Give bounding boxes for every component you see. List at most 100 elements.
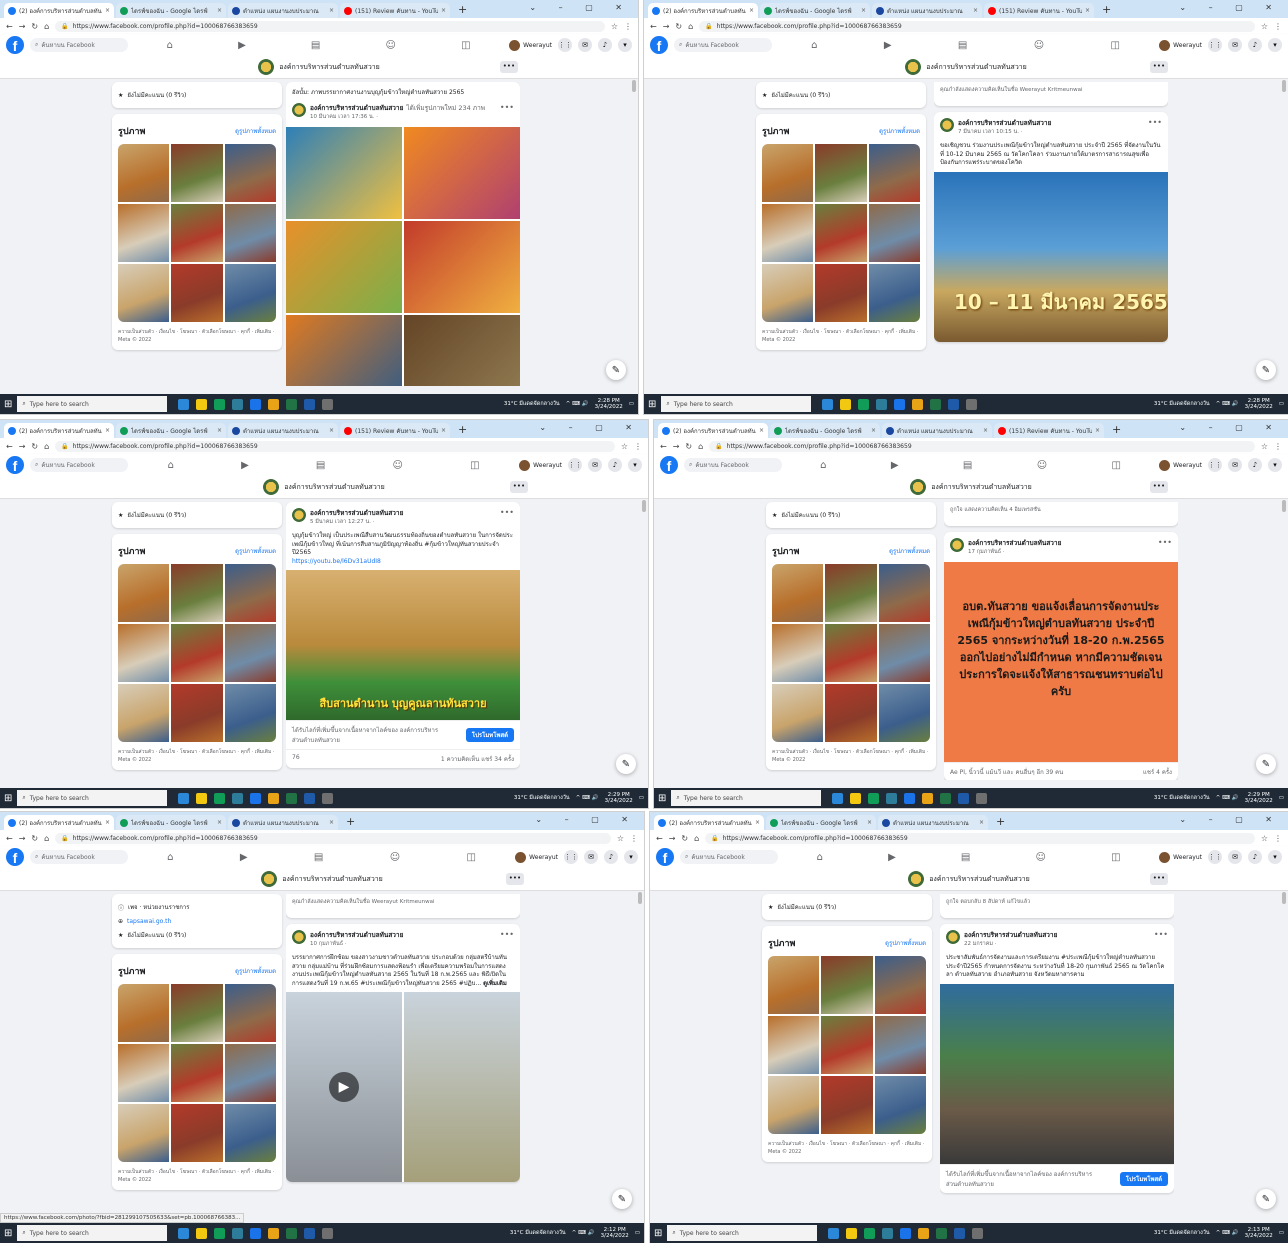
- windows-icon[interactable]: ⊞: [658, 793, 666, 804]
- taskbar-app-icon[interactable]: [178, 1227, 190, 1239]
- post-author[interactable]: องค์การบริหารส่วนตำบลทันสวาย ได้เพิ่มรูปภ…: [310, 103, 485, 113]
- marketplace-icon[interactable]: ▤: [311, 40, 320, 51]
- back-icon[interactable]: ←: [6, 834, 13, 843]
- taskbar-clock[interactable]: 2:29 PM 3/24/2022: [1245, 792, 1273, 805]
- windows-icon[interactable]: ⊞: [4, 1228, 12, 1239]
- taskbar-app-icon[interactable]: [196, 398, 208, 410]
- photo-thumbnail[interactable]: [224, 624, 276, 682]
- taskbar-app-icon[interactable]: [232, 792, 244, 804]
- profile-shortcut[interactable]: Weerayut: [1159, 39, 1202, 51]
- taskbar-app-icon[interactable]: [232, 1227, 244, 1239]
- reload-icon[interactable]: ↻: [681, 834, 688, 843]
- reload-icon[interactable]: ↻: [685, 442, 692, 451]
- url-field[interactable]: 🔒 https://www.facebook.com/profile.php?id…: [705, 832, 1255, 844]
- photo-thumbnail[interactable]: [772, 684, 824, 742]
- photo-thumbnail[interactable]: [868, 264, 920, 322]
- photo-thumbnail[interactable]: [821, 956, 873, 1014]
- tab-close-icon[interactable]: ×: [864, 819, 872, 826]
- facebook-logo-icon[interactable]: f: [656, 848, 674, 866]
- marketplace-icon[interactable]: ▤: [963, 460, 972, 471]
- footer-links[interactable]: ความเป็นส่วนตัว · เงื่อนไข · โฆษณา · ตัว…: [768, 1140, 926, 1156]
- taskbar-app-icon[interactable]: [828, 1227, 840, 1239]
- scrollbar[interactable]: [638, 892, 642, 904]
- weather-text[interactable]: 31°C มีแดดจัดกลางวัน: [1154, 794, 1210, 802]
- facebook-logo-icon[interactable]: f: [660, 456, 678, 474]
- tab-close-icon[interactable]: ×: [214, 427, 222, 434]
- forward-icon[interactable]: →: [19, 442, 26, 451]
- photo-thumbnail[interactable]: [825, 684, 877, 742]
- taskbar-app-icon[interactable]: [178, 398, 190, 410]
- album-photo[interactable]: [404, 221, 520, 313]
- weather-text[interactable]: 31°C มีแดดจัดกลางวัน: [504, 400, 560, 408]
- page-title[interactable]: องค์การบริหารส่วนตำบลทันสวาย: [929, 874, 1030, 885]
- post-media[interactable]: ▶: [286, 992, 520, 1182]
- taskbar-clock[interactable]: 2:29 PM 3/24/2022: [605, 792, 633, 805]
- photo-thumbnail[interactable]: [825, 624, 877, 682]
- taskbar-app-icon[interactable]: [196, 792, 208, 804]
- photo-thumbnail[interactable]: [171, 1044, 223, 1102]
- post-options-icon[interactable]: •••: [1148, 118, 1162, 127]
- facebook-search-input[interactable]: ⌕ ค้นหาบน Facebook: [674, 38, 772, 52]
- tab-close-icon[interactable]: ×: [326, 7, 334, 14]
- taskbar-search-input[interactable]: ⌕ Type here to search: [661, 396, 812, 412]
- taskbar-app-icon[interactable]: [322, 792, 334, 804]
- messenger-icon[interactable]: ✉: [1228, 38, 1242, 52]
- taskbar-app-icon[interactable]: [976, 792, 988, 804]
- star-icon[interactable]: ☆: [1261, 442, 1268, 451]
- taskbar-app-icon[interactable]: [912, 398, 924, 410]
- browser-tab[interactable]: (2) องค์การบริหารส่วนตำบลทันสวาย×: [648, 3, 758, 18]
- menu-icon[interactable]: ⋮⋮: [558, 38, 572, 52]
- browser-tab[interactable]: ไดรฟ์ของฉัน - Google ไดรฟ์ ×: [116, 3, 226, 18]
- see-all-photos-link[interactable]: ดูรูปภาพทั้งหมด: [235, 966, 276, 976]
- tab-close-icon[interactable]: ×: [868, 427, 876, 434]
- chevron-down-icon[interactable]: ▾: [1268, 458, 1282, 472]
- facebook-search-input[interactable]: ⌕ ค้นหาบน Facebook: [30, 850, 128, 864]
- photo-thumbnail[interactable]: [171, 984, 223, 1042]
- weather-text[interactable]: 31°C มีแดดจัดกลางวัน: [510, 1229, 566, 1237]
- post-media[interactable]: 10 – 11 มีนาคม 2565: [934, 171, 1168, 342]
- home-icon[interactable]: ⌂: [811, 40, 817, 51]
- taskbar-app-icon[interactable]: [822, 398, 834, 410]
- page-title[interactable]: องค์การบริหารส่วนตำบลทันสวาย: [926, 62, 1027, 73]
- taskbar-app-icon[interactable]: [286, 792, 298, 804]
- messenger-icon[interactable]: ✉: [1228, 458, 1242, 472]
- new-tab-icon[interactable]: +: [452, 423, 473, 438]
- browser-tab[interactable]: (151) Review คันทาน - YouTube ×: [994, 423, 1104, 438]
- browser-menu-icon[interactable]: ⋮: [1274, 22, 1282, 31]
- home-button-icon[interactable]: ⌂: [698, 442, 703, 451]
- browser-tab[interactable]: ไดรฟ์ของฉัน - Google ไดรฟ์ ×: [116, 423, 226, 438]
- page-title[interactable]: องค์การบริหารส่วนตำบลทันสวาย: [284, 482, 385, 493]
- browser-tab[interactable]: (151) Review คันทาน - YouTube ×: [340, 3, 450, 18]
- edit-icon[interactable]: ✎: [612, 1189, 632, 1209]
- forward-icon[interactable]: →: [19, 834, 26, 843]
- menu-icon[interactable]: ⋮⋮: [564, 850, 578, 864]
- photo-thumbnail[interactable]: [118, 1104, 170, 1162]
- tab-close-icon[interactable]: ×: [214, 7, 222, 14]
- photo-thumbnail[interactable]: [171, 204, 223, 262]
- windows-icon[interactable]: ⊞: [4, 793, 12, 804]
- home-icon[interactable]: ⌂: [167, 40, 173, 51]
- page-logo[interactable]: [950, 538, 964, 552]
- album-line[interactable]: อัลบั้ม: ภาพบรรยากาศงานงานบุญกุ้มข้าวใหญ…: [286, 82, 520, 97]
- post-author[interactable]: องค์การบริหารส่วนตำบลทันสวาย: [958, 118, 1051, 128]
- tab-close-icon[interactable]: ×: [980, 427, 988, 434]
- footer-links[interactable]: ความเป็นส่วนตัว · เงื่อนไข · โฆษณา · ตัว…: [118, 1168, 276, 1184]
- taskbar-app-icon[interactable]: [930, 398, 942, 410]
- photo-thumbnail[interactable]: [815, 204, 867, 262]
- photo-thumbnail[interactable]: [768, 1076, 820, 1134]
- reload-icon[interactable]: ↻: [31, 22, 38, 31]
- browser-tab[interactable]: (151) Review คันทาน - YouTube ×: [984, 3, 1094, 18]
- post-media[interactable]: [940, 983, 1174, 1164]
- taskbar-app-icon[interactable]: [304, 792, 316, 804]
- boost-post-button[interactable]: โปรโมทโพสต์: [465, 728, 514, 742]
- browser-tab[interactable]: ตำแหน่ง แผนงานงบประมาณ ×: [228, 423, 338, 438]
- photo-thumbnail[interactable]: [762, 264, 814, 322]
- see-more-link[interactable]: ดูเพิ่มเติม: [483, 980, 507, 987]
- gaming-icon[interactable]: ◫: [1111, 852, 1120, 863]
- browser-tab[interactable]: ตำแหน่ง แผนงานงบประมาณ ×: [228, 815, 338, 830]
- taskbar-app-icon[interactable]: [850, 792, 862, 804]
- footer-links[interactable]: ความเป็นส่วนตัว · เงื่อนไข · โฆษณา · ตัว…: [118, 328, 276, 344]
- page-more-button[interactable]: •••: [506, 873, 524, 885]
- taskbar-app-icon[interactable]: [958, 792, 970, 804]
- browser-menu-icon[interactable]: ⋮: [630, 834, 638, 843]
